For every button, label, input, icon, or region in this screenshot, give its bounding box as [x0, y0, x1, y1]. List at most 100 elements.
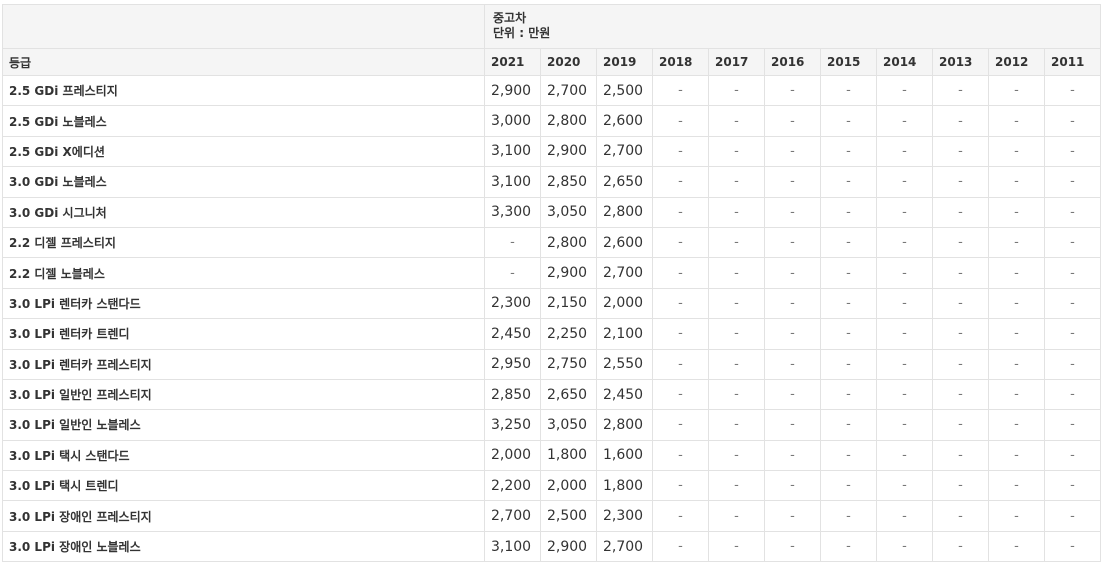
price-cell: 1,800 — [540, 439, 597, 472]
grade-name-cell: 3.0 LPi 렌터카 프레스티지 — [2, 348, 485, 380]
price-cell: - — [708, 530, 765, 562]
price-cell: - — [652, 196, 709, 228]
price-cell: - — [820, 196, 877, 228]
price-cell: - — [708, 166, 765, 198]
price-cell: - — [764, 409, 821, 441]
price-cell: 2,850 — [540, 166, 597, 198]
price-cell: - — [652, 470, 709, 502]
year-column-header: 2021 — [484, 48, 541, 76]
price-cell: - — [932, 135, 989, 168]
price-cell: - — [1044, 530, 1101, 562]
grade-name-cell: 2.5 GDi X에디션 — [2, 135, 485, 168]
price-cell: 3,300 — [484, 196, 541, 228]
price-cell: 3,050 — [540, 409, 597, 441]
year-column-header: 2012 — [988, 48, 1045, 76]
price-cell: - — [1044, 378, 1101, 411]
price-cell: - — [764, 287, 821, 320]
price-cell: 2,750 — [540, 348, 597, 380]
price-cell: - — [876, 226, 933, 259]
price-cell: - — [876, 135, 933, 168]
unit-note-title: 중고차 — [493, 11, 527, 25]
price-cell: - — [988, 378, 1045, 411]
price-cell: - — [988, 500, 1045, 532]
year-column-header: 2019 — [596, 48, 653, 76]
price-cell: 2,700 — [540, 74, 597, 107]
table-row: 2.5 GDi 노블레스 3,000 2,800 2,600- - - - - - - - — [2, 105, 1101, 137]
price-cell: - — [484, 257, 541, 289]
year-column-header: 2016 — [764, 48, 821, 76]
price-cell: - — [764, 500, 821, 532]
price-cell: - — [932, 226, 989, 259]
price-cell: - — [708, 318, 765, 350]
price-cell: 2,150 — [540, 287, 597, 320]
price-cell: - — [652, 409, 709, 441]
table-row: 3.0 LPi 장애인 프레스티지 2,700 2,500 2,300- - - - - - - - — [2, 500, 1101, 532]
price-cell: - — [764, 470, 821, 502]
price-cell: - — [932, 409, 989, 441]
price-cell: - — [1044, 287, 1101, 320]
price-cell: 2,100 — [596, 318, 653, 350]
price-cell: - — [1044, 318, 1101, 350]
price-cell: - — [932, 74, 989, 107]
price-cell: - — [820, 530, 877, 562]
price-cell: - — [764, 135, 821, 168]
price-cell: - — [820, 439, 877, 472]
price-cell: 2,450 — [596, 378, 653, 411]
price-cell: - — [764, 196, 821, 228]
price-cell: - — [1044, 226, 1101, 259]
price-cell: 2,500 — [540, 500, 597, 532]
price-cell: 2,800 — [540, 105, 597, 137]
year-column-header: 2020 — [540, 48, 597, 76]
table-row: 3.0 LPi 일반인 노블레스 3,250 3,050 2,800- - - - - - - - — [2, 409, 1101, 441]
unit-note-unit: 단위 : 만원 — [493, 26, 551, 40]
price-cell: 2,850 — [484, 378, 541, 411]
price-cell: - — [876, 105, 933, 137]
price-cell: - — [764, 318, 821, 350]
price-cell: 3,050 — [540, 196, 597, 228]
price-cell: - — [764, 348, 821, 380]
price-cell: 3,100 — [484, 530, 541, 562]
price-cell: 2,800 — [596, 409, 653, 441]
price-cell: - — [988, 135, 1045, 168]
price-cell: - — [988, 470, 1045, 502]
price-cell: - — [1044, 470, 1101, 502]
price-cell: - — [652, 439, 709, 472]
price-cell: 2,800 — [540, 226, 597, 259]
grade-name-cell: 2.2 디젤 노블레스 — [2, 257, 485, 289]
price-cell: - — [876, 500, 933, 532]
price-cell: - — [764, 105, 821, 137]
price-cell: - — [652, 500, 709, 532]
price-cell: 3,100 — [484, 166, 541, 198]
table-row: 3.0 GDi 노블레스 3,100 2,850 2,650- - - - - - - - — [2, 166, 1101, 198]
price-cell: - — [1044, 500, 1101, 532]
price-cell: - — [988, 348, 1045, 380]
price-cell: - — [708, 287, 765, 320]
price-cell: 2,900 — [540, 257, 597, 289]
price-cell: - — [764, 166, 821, 198]
price-cell: 2,900 — [484, 74, 541, 107]
price-cell: - — [876, 166, 933, 198]
price-cell: - — [876, 318, 933, 350]
grade-name-cell: 3.0 LPi 일반인 노블레스 — [2, 409, 485, 441]
price-cell: 1,800 — [596, 470, 653, 502]
price-cell: - — [1044, 74, 1101, 107]
grade-name-cell: 3.0 LPi 장애인 노블레스 — [2, 530, 485, 562]
price-cell: - — [708, 196, 765, 228]
price-cell: 2,300 — [596, 500, 653, 532]
price-cell: - — [876, 348, 933, 380]
table-row: 3.0 LPi 렌터카 스탠다드 2,300 2,150 2,000- - - - - - - - — [2, 287, 1101, 320]
price-cell: - — [876, 287, 933, 320]
price-cell: 2,200 — [484, 470, 541, 502]
price-cell: - — [652, 348, 709, 380]
grade-name-cell: 3.0 GDi 노블레스 — [2, 166, 485, 198]
year-column-header: 2017 — [708, 48, 765, 76]
price-cell: 3,100 — [484, 135, 541, 168]
price-cell: - — [708, 105, 765, 137]
table-row: 3.0 LPi 일반인 프레스티지 2,850 2,650 2,450- - - - - - - - — [2, 378, 1101, 411]
price-cell: - — [708, 470, 765, 502]
table-row: 3.0 LPi 장애인 노블레스 3,100 2,900 2,700- - - - - - - - — [2, 530, 1101, 562]
price-cell: - — [820, 348, 877, 380]
price-cell: - — [932, 287, 989, 320]
price-cell: - — [652, 135, 709, 168]
grade-name-cell: 3.0 LPi 택시 트렌디 — [2, 470, 485, 502]
